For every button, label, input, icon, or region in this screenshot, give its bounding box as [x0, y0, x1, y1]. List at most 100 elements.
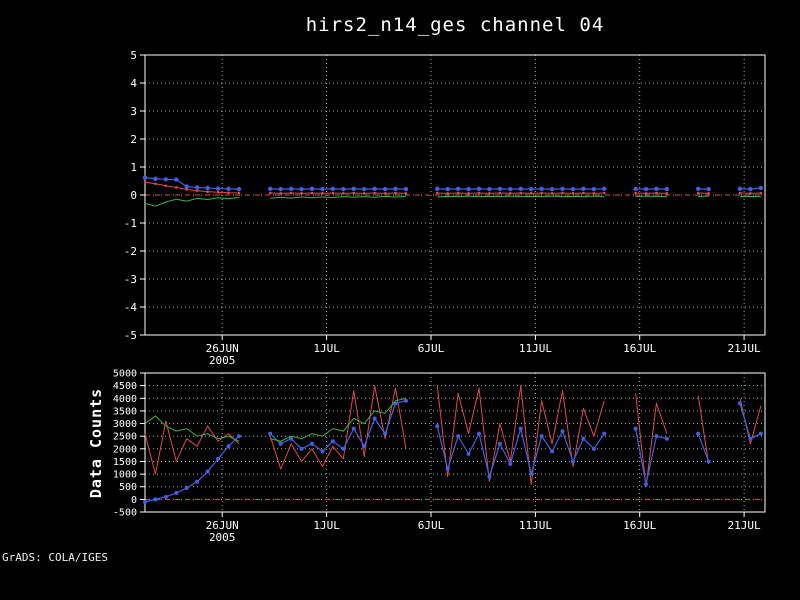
data-point-blue-series: [382, 186, 388, 192]
data-point-blue-series: [591, 186, 597, 192]
data-point-blue-series: [455, 186, 461, 192]
data-point-blue-counts: [163, 494, 168, 499]
series-line-red-counts: [697, 395, 710, 465]
series-line-green-series: [437, 195, 605, 198]
data-point-blue-series: [309, 186, 315, 192]
data-point-red-series: [509, 192, 512, 195]
series-line-blue-series: [144, 177, 239, 190]
data-point-blue-counts: [706, 459, 711, 464]
data-point-red-series: [321, 192, 324, 195]
data-point-blue-series: [153, 176, 158, 181]
x-tick-label: 21JUL: [728, 342, 761, 355]
y-tick-label: -500: [113, 508, 137, 519]
data-point-red-series: [342, 192, 345, 195]
data-point-blue-counts: [299, 446, 304, 451]
y-tick-label: 0: [130, 189, 137, 202]
data-point-blue-counts: [153, 497, 158, 502]
data-point-blue-series: [518, 186, 523, 192]
x-tick-label: 1JUL: [313, 519, 340, 532]
data-point-blue-series: [142, 175, 148, 180]
data-point-blue-counts: [195, 479, 200, 484]
data-point-blue-series: [758, 185, 764, 191]
data-point-blue-counts: [403, 398, 408, 403]
data-point-blue-counts: [320, 449, 325, 454]
data-point-red-series: [185, 188, 189, 191]
y-tick-label: 2500: [113, 432, 137, 443]
y-tick-label: 3000: [113, 419, 137, 430]
data-point-red-series: [362, 192, 366, 195]
plot-canvas: 543210-1-2-3-4-526JUN20051JUL 6JUL 11JUL 16…: [113, 49, 766, 544]
data-point-blue-counts: [466, 451, 471, 456]
data-point-blue-counts: [216, 456, 221, 461]
series-line-green-series: [270, 195, 406, 199]
data-point-red-series: [655, 191, 658, 195]
data-point-blue-counts: [633, 426, 638, 431]
data-point-blue-series: [737, 186, 743, 192]
y-tick-label: 5: [130, 49, 137, 62]
data-point-red-series: [279, 192, 282, 195]
data-point-blue-counts: [529, 472, 534, 477]
y-tick-label: 4000: [113, 394, 137, 405]
series-line-green-series: [144, 197, 239, 207]
data-point-blue-series: [435, 186, 440, 192]
data-point-red-series: [467, 192, 470, 195]
data-point-red-series: [561, 191, 564, 195]
data-point-blue-series: [163, 177, 169, 182]
x-tick-label: 6JUL: [418, 519, 445, 532]
y-tick-label: 500: [119, 482, 137, 493]
y-axis-label-data-counts: Data Counts: [87, 387, 105, 499]
data-point-blue-series: [549, 186, 555, 192]
grads-page: hirs2_n14_ges channel 04 5 4 3 2 1 0 -1 -2 -3 -4-…: [0, 0, 800, 600]
data-point-blue-series: [748, 186, 753, 192]
data-point-blue-counts: [477, 431, 482, 436]
data-point-blue-series: [539, 186, 544, 192]
data-point-blue-counts: [748, 436, 753, 441]
data-point-blue-counts: [268, 431, 273, 436]
data-point-blue-series: [497, 186, 503, 192]
data-point-blue-counts: [330, 439, 335, 444]
data-point-blue-series: [393, 186, 398, 192]
y-tick-label: 2: [130, 133, 137, 146]
x-tick-label: 6JUL: [418, 342, 445, 355]
data-point-red-series: [268, 191, 272, 195]
data-point-red-series: [488, 192, 491, 195]
y-tick-label: -3: [124, 273, 137, 286]
data-point-blue-series: [278, 186, 283, 192]
data-point-blue-series: [602, 186, 607, 192]
data-point-red-series: [195, 189, 199, 193]
data-point-blue-counts: [602, 431, 607, 436]
data-point-red-series: [519, 191, 523, 195]
data-point-blue-series: [215, 186, 221, 191]
data-point-blue-series: [643, 186, 649, 192]
data-point-blue-counts: [174, 491, 179, 496]
data-point-blue-counts: [737, 401, 742, 406]
y-tick-label: -2: [124, 245, 137, 258]
data-point-red-series: [404, 192, 408, 195]
y-tick-label: -5: [124, 329, 137, 342]
x-tick-label: 21JUL: [728, 519, 761, 532]
data-point-blue-counts: [664, 436, 669, 441]
data-point-blue-series: [403, 186, 409, 192]
series-line-blue-counts: [739, 403, 762, 440]
y-tick-label: 2000: [113, 444, 137, 455]
data-point-blue-series: [466, 186, 471, 192]
data-point-blue-series: [236, 186, 242, 192]
data-point-red-series: [175, 186, 178, 189]
series-line-blue-counts: [144, 435, 240, 503]
data-point-red-series: [227, 191, 230, 195]
data-point-blue-series: [341, 186, 346, 192]
data-point-blue-counts: [143, 499, 147, 504]
data-point-red-series: [352, 191, 356, 195]
series-line-green-counts: [144, 415, 240, 442]
data-point-red-series: [164, 184, 168, 188]
data-point-blue-counts: [654, 434, 659, 439]
series-line-red-counts: [144, 420, 240, 475]
data-point-blue-counts: [758, 431, 763, 436]
data-point-red-series: [540, 191, 543, 195]
data-point-red-series: [143, 180, 147, 184]
data-point-blue-counts: [644, 482, 649, 487]
y-tick-label: 5000: [113, 369, 137, 380]
y-tick-label: 4: [130, 77, 137, 90]
data-point-red-series: [216, 190, 220, 194]
y-tick-label: 4500: [113, 381, 137, 392]
